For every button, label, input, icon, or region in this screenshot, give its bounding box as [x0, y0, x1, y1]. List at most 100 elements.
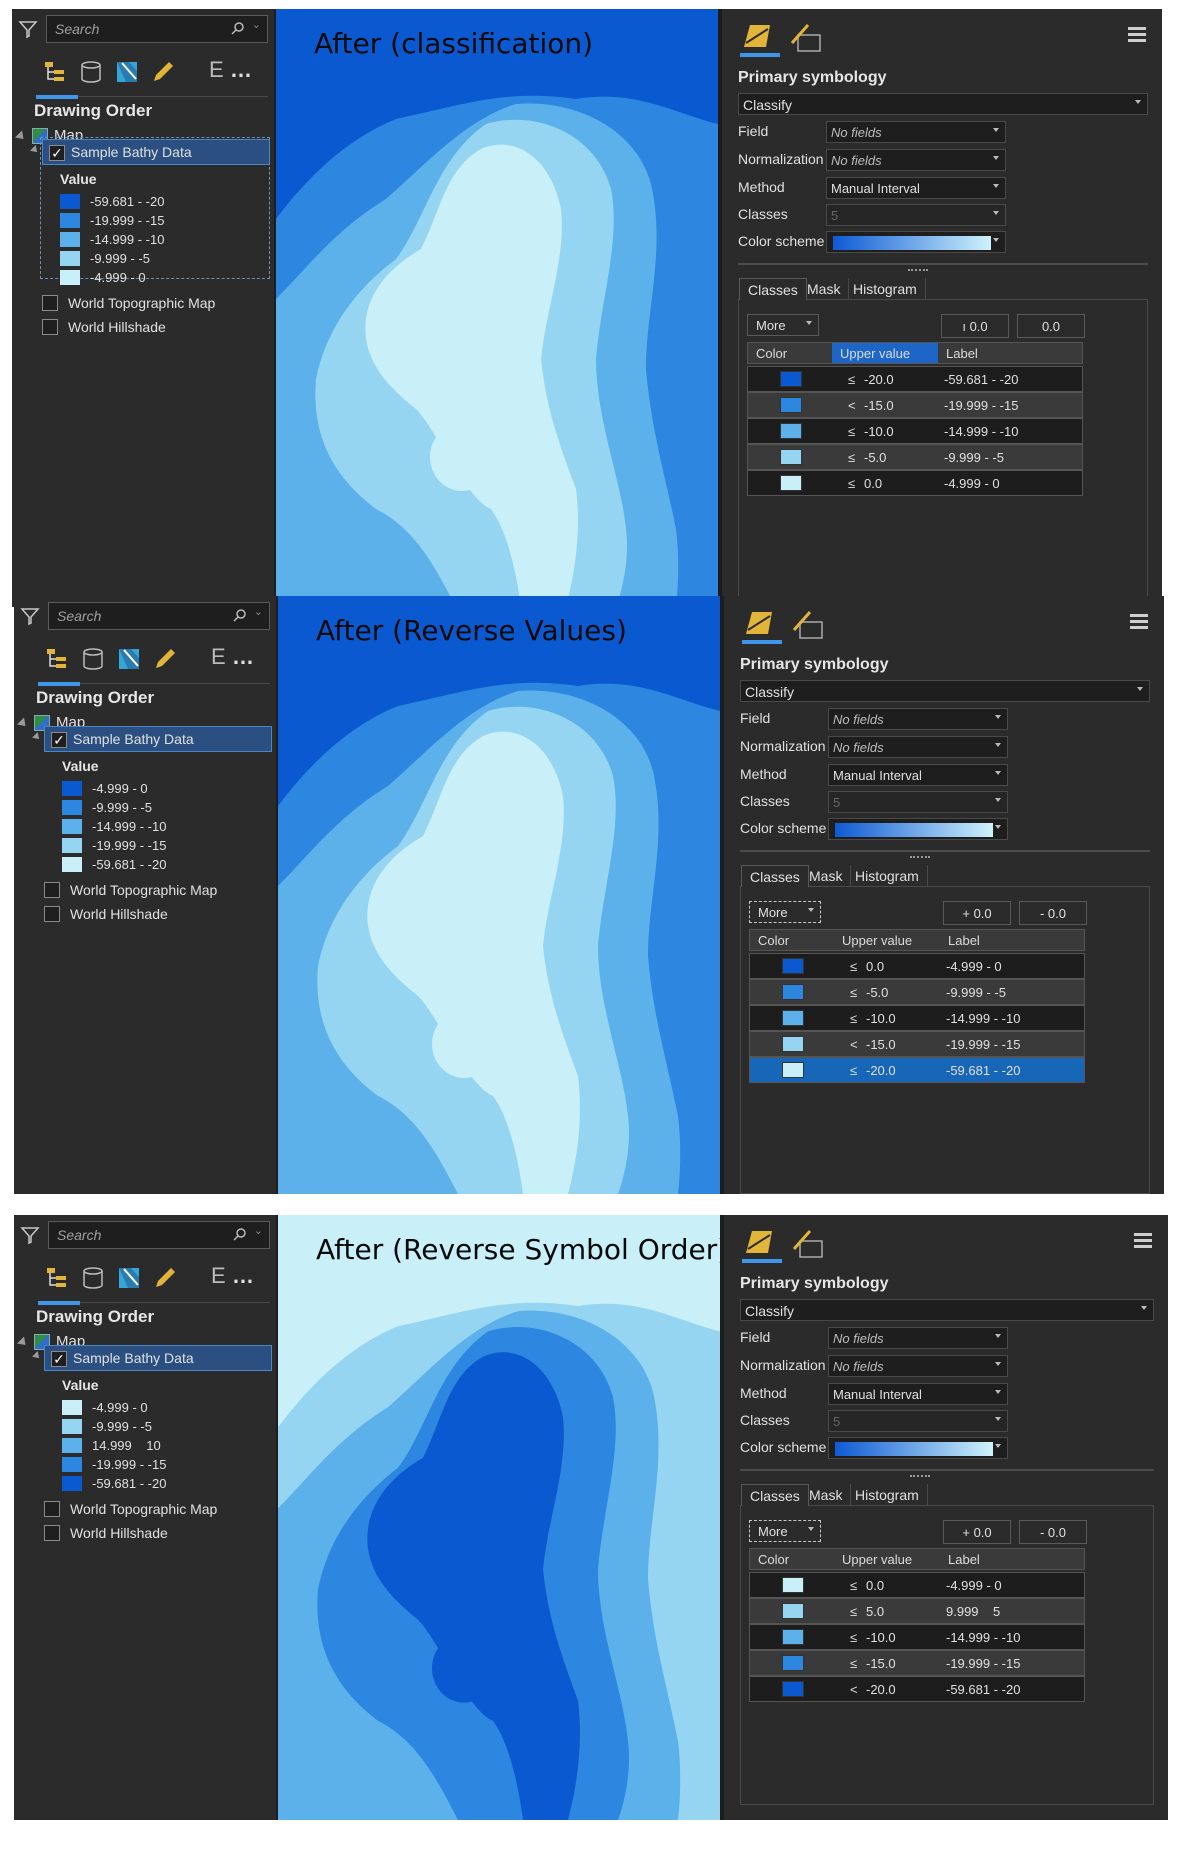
- table-row[interactable]: < -15.0 -19.999 - -15: [749, 1031, 1085, 1057]
- table-row[interactable]: ≤0.0 -4.999 - 0: [749, 953, 1085, 979]
- col-upper-value[interactable]: Upper value: [840, 346, 910, 361]
- more-options-icon[interactable]: …: [230, 57, 253, 83]
- list-by-editing-icon[interactable]: [152, 646, 178, 672]
- filter-icon[interactable]: [20, 606, 40, 626]
- class-swatch[interactable]: [782, 1603, 804, 1619]
- remove-class-button[interactable]: 0.0: [1017, 314, 1085, 338]
- col-upper-value[interactable]: Upper value: [842, 1552, 912, 1567]
- add-class-button[interactable]: + 0.0: [943, 1520, 1011, 1544]
- class-swatch[interactable]: [782, 1036, 804, 1052]
- class-swatch[interactable]: [782, 1681, 804, 1697]
- table-row[interactable]: ≤ -10.0 -14.999 - -10: [747, 418, 1083, 444]
- layer-sample-bathy-data[interactable]: ✓ Sample Bathy Data: [32, 726, 272, 752]
- class-label[interactable]: -19.999 - -15: [944, 398, 1018, 413]
- upper-value[interactable]: 5.0: [866, 1604, 884, 1619]
- normalization-dropdown[interactable]: No fields: [828, 736, 1008, 758]
- renderer-dropdown[interactable]: Classify: [740, 1299, 1154, 1321]
- layer-visibility-checkbox[interactable]: ✓: [49, 145, 65, 161]
- search-options-chevron-icon[interactable]: ⌄: [252, 18, 261, 31]
- collapse-icon[interactable]: [14, 130, 28, 143]
- map-view[interactable]: After (classification): [276, 9, 718, 607]
- search-icon[interactable]: [233, 1227, 247, 1241]
- class-label[interactable]: -9.999 - -5: [944, 450, 1004, 465]
- layer-visibility-checkbox[interactable]: ✓: [51, 1351, 67, 1367]
- list-by-selection-icon[interactable]: [116, 1265, 142, 1291]
- layer-visibility-checkbox[interactable]: [42, 319, 58, 335]
- method-dropdown[interactable]: Manual Interval: [828, 1383, 1008, 1405]
- collapse-icon[interactable]: [30, 145, 40, 155]
- col-label[interactable]: Label: [946, 346, 978, 361]
- class-label[interactable]: -14.999 - -10: [946, 1630, 1020, 1645]
- normalization-dropdown[interactable]: No fields: [828, 1355, 1008, 1377]
- class-swatch[interactable]: [780, 423, 802, 439]
- list-by-drawing-order-icon[interactable]: [42, 59, 68, 85]
- table-row-selected[interactable]: ≤ -20.0 -59.681 - -20: [749, 1057, 1085, 1083]
- primary-symbology-tab-icon[interactable]: [744, 25, 770, 47]
- list-by-labeling-icon[interactable]: E: [209, 57, 224, 83]
- vary-symbology-tab-icon[interactable]: [790, 24, 821, 52]
- col-color[interactable]: Color: [758, 933, 789, 948]
- upper-value[interactable]: 0.0: [866, 959, 884, 974]
- class-swatch[interactable]: [782, 984, 804, 1000]
- upper-value[interactable]: 0.0: [866, 1578, 884, 1593]
- more-options-icon[interactable]: …: [232, 644, 255, 670]
- filter-icon[interactable]: [20, 1225, 40, 1245]
- menu-icon[interactable]: [1128, 27, 1146, 42]
- table-row[interactable]: ≤ -5.0 -9.999 - -5: [749, 979, 1085, 1005]
- upper-value[interactable]: -20.0: [866, 1063, 896, 1078]
- tab-mask[interactable]: Mask: [801, 1484, 852, 1506]
- layer-visibility-checkbox[interactable]: [44, 1501, 60, 1517]
- primary-symbology-tab-icon[interactable]: [746, 1231, 772, 1253]
- list-by-drawing-order-icon[interactable]: [44, 646, 70, 672]
- vary-symbology-tab-icon[interactable]: [792, 1230, 823, 1258]
- list-by-editing-icon[interactable]: [152, 1265, 178, 1291]
- more-button[interactable]: More: [747, 314, 819, 336]
- class-label[interactable]: -59.681 - -20: [944, 372, 1018, 387]
- table-row[interactable]: ≤ -10.0 -14.999 - -10: [749, 1624, 1085, 1650]
- table-row[interactable]: ≤ -10.0 -14.999 - -10: [749, 1005, 1085, 1031]
- search-input[interactable]: Search ⌄: [46, 15, 268, 43]
- more-options-icon[interactable]: …: [232, 1263, 255, 1289]
- upper-value[interactable]: -5.0: [866, 985, 888, 1000]
- layer-visibility-checkbox[interactable]: ✓: [51, 732, 67, 748]
- collapse-icon[interactable]: [32, 732, 42, 742]
- class-swatch[interactable]: [782, 1655, 804, 1671]
- class-swatch[interactable]: [782, 1577, 804, 1593]
- class-label[interactable]: -59.681 - -20: [946, 1063, 1020, 1078]
- table-row[interactable]: ≤5.0 9.999 5: [749, 1598, 1085, 1624]
- upper-value[interactable]: -20.0: [866, 1682, 896, 1697]
- table-row[interactable]: ≤ -20.0 -59.681 - -20: [747, 366, 1083, 392]
- tab-classes[interactable]: Classes: [741, 865, 809, 887]
- class-swatch[interactable]: [780, 475, 802, 491]
- map-view[interactable]: After (Reverse Symbol Order): [278, 1215, 720, 1820]
- class-swatch[interactable]: [780, 449, 802, 465]
- class-label[interactable]: -59.681 - -20: [946, 1682, 1020, 1697]
- map-view[interactable]: After (Reverse Values): [278, 596, 720, 1194]
- tab-mask[interactable]: Mask: [799, 278, 850, 300]
- class-label[interactable]: -19.999 - -15: [946, 1656, 1020, 1671]
- upper-value[interactable]: -15.0: [864, 398, 894, 413]
- upper-value[interactable]: -15.0: [866, 1037, 896, 1052]
- search-options-chevron-icon[interactable]: ⌄: [254, 1224, 263, 1237]
- table-row[interactable]: ≤0.0 -4.999 - 0: [747, 470, 1083, 496]
- layer-sample-bathy-data[interactable]: ✓ Sample Bathy Data: [30, 139, 270, 165]
- layer-visibility-checkbox[interactable]: [44, 882, 60, 898]
- search-icon[interactable]: [233, 608, 247, 622]
- color-scheme-dropdown[interactable]: [826, 231, 1006, 253]
- resize-grip[interactable]: [908, 269, 928, 272]
- field-dropdown[interactable]: No fields: [826, 121, 1006, 143]
- class-swatch[interactable]: [782, 1010, 804, 1026]
- class-label[interactable]: -4.999 - 0: [946, 959, 1002, 974]
- collapse-icon[interactable]: [16, 717, 30, 730]
- filter-icon[interactable]: [18, 19, 38, 39]
- remove-class-button[interactable]: - 0.0: [1019, 1520, 1087, 1544]
- tab-histogram[interactable]: Histogram: [847, 1484, 928, 1506]
- more-button[interactable]: More: [749, 1520, 821, 1542]
- col-label[interactable]: Label: [948, 933, 980, 948]
- class-label[interactable]: -4.999 - 0: [944, 476, 1000, 491]
- table-row[interactable]: < -20.0 -59.681 - -20: [749, 1676, 1085, 1702]
- class-label[interactable]: -9.999 - -5: [946, 985, 1006, 1000]
- table-row[interactable]: ≤0.0 -4.999 - 0: [749, 1572, 1085, 1598]
- search-options-chevron-icon[interactable]: ⌄: [254, 605, 263, 618]
- upper-value[interactable]: -15.0: [866, 1656, 896, 1671]
